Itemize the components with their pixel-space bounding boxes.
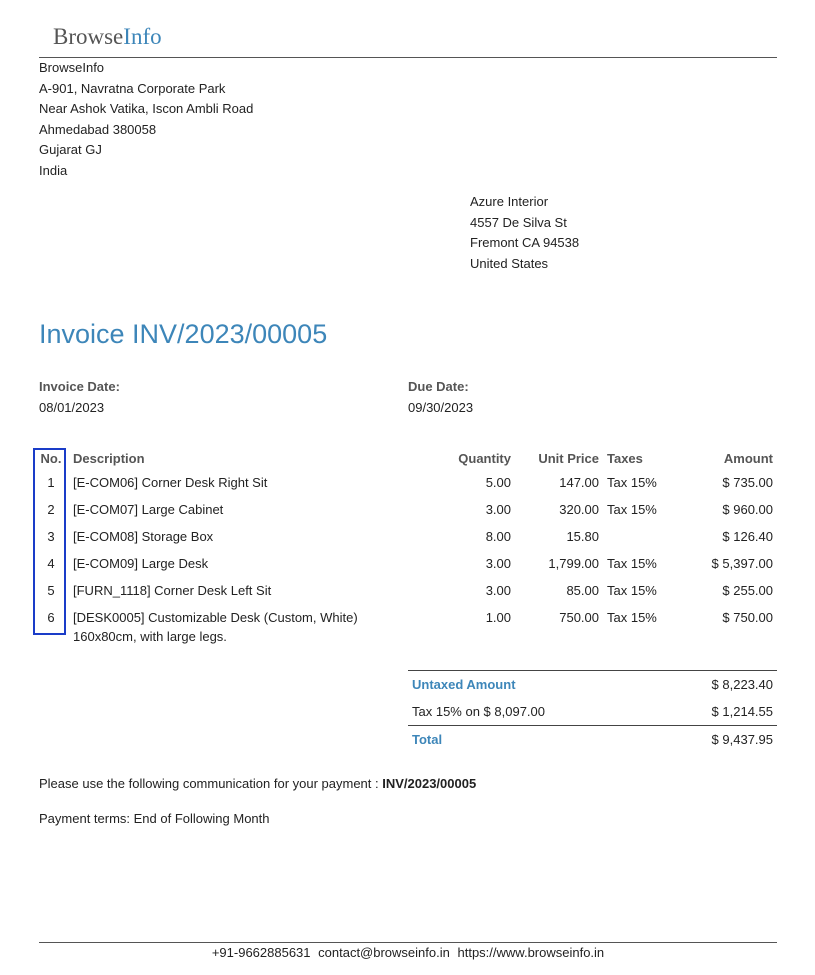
customer-address-line: 4557 De Silva St (470, 214, 567, 230)
footer-email[interactable]: contact@browseinfo.in (318, 945, 450, 960)
line-quantity: 8.00 (485, 529, 511, 544)
untaxed-value: $ 8,223.40 (655, 670, 777, 698)
due-date-value: 09/30/2023 (408, 400, 474, 415)
table-row: 3 [E-COM08] Storage Box 8.00 15.80 $ 126… (33, 524, 777, 551)
line-unit-price: 320.00 (559, 502, 599, 517)
untaxed-row: Untaxed Amount $ 8,223.40 (408, 670, 777, 698)
invoice-date-block: Invoice Date: 08/01/2023 (39, 376, 120, 418)
line-description: [DESK0005] Customizable Desk (Custom, Wh… (73, 610, 358, 625)
line-amount: $ 735.00 (722, 475, 773, 490)
line-quantity: 3.00 (485, 556, 511, 571)
customer-address: Azure Interior 4557 De Silva St Fremont … (470, 192, 579, 274)
line-amount: $ 750.00 (722, 610, 773, 625)
table-row: 5 [FURN_1118] Corner Desk Left Sit 3.00 … (33, 578, 777, 605)
line-quantity: 3.00 (485, 583, 511, 598)
line-unit-price: 147.00 (559, 475, 599, 490)
total-label: Total (408, 725, 656, 753)
invoice-title: Invoice INV/2023/00005 (39, 319, 328, 349)
line-description: [E-COM08] Storage Box (73, 529, 214, 544)
line-amount: $ 126.40 (722, 529, 773, 544)
line-description-detail: 160x80cm, with large legs. (73, 629, 227, 644)
customer-name: Azure Interior (470, 194, 549, 209)
line-taxes: Tax 15% (607, 502, 657, 517)
table-row: 2 [E-COM07] Large Cabinet 3.00 320.00 Ta… (33, 497, 777, 524)
company-address-line: Near Ashok Vatika, Iscon Ambli Road (39, 101, 254, 116)
line-taxes: Tax 15% (607, 610, 657, 625)
line-quantity: 1.00 (485, 610, 511, 625)
line-taxes (603, 524, 673, 551)
footer: +91-9662885631 contact@browseinfo.in htt… (39, 943, 777, 963)
line-description: [E-COM07] Large Cabinet (73, 502, 224, 517)
payment-communication: Please use the following communication f… (39, 774, 476, 794)
header-quantity: Quantity (458, 450, 511, 466)
company-address-line: Ahmedabad 380058 (39, 121, 157, 137)
line-description: [E-COM06] Corner Desk Right Sit (73, 475, 268, 490)
footer-phone: +91-9662885631 (211, 945, 311, 960)
payment-communication-text: Please use the following communication f… (39, 776, 383, 791)
invoice-lines-table: No. Description Quantity Unit Price Taxe… (33, 446, 777, 645)
line-unit-price: 1,799.00 (548, 556, 599, 571)
line-quantity: 3.00 (485, 502, 511, 517)
total-value: $ 9,437.95 (655, 725, 777, 753)
line-quantity: 5.00 (485, 475, 511, 490)
company-name: BrowseInfo (39, 60, 105, 75)
line-taxes: Tax 15% (607, 583, 657, 598)
line-description: [E-COM09] Large Desk (73, 556, 209, 571)
line-number-highlight-box (33, 448, 66, 635)
table-row: 6 [DESK0005] Customizable Desk (Custom, … (33, 605, 777, 644)
header-amount: Amount (723, 450, 773, 466)
line-taxes: Tax 15% (607, 475, 657, 490)
company-address: BrowseInfo A-901, Navratna Corporate Par… (39, 58, 253, 181)
invoice-date-value: 08/01/2023 (39, 400, 105, 415)
line-unit-price: 750.00 (559, 610, 599, 625)
invoice-date-label: Invoice Date: (39, 379, 120, 394)
payment-reference: INV/2023/00005 (382, 776, 477, 791)
tax-value: $ 1,214.55 (711, 704, 773, 719)
company-logo: BrowseInfo (53, 22, 162, 52)
customer-address-line: Fremont CA 94538 (470, 235, 580, 250)
line-amount: $ 960.00 (722, 502, 773, 517)
line-unit-price: 15.80 (566, 529, 599, 544)
footer-website[interactable]: https://www.browseinfo.in (457, 945, 604, 960)
total-row: Total $ 9,437.95 (408, 725, 777, 753)
tax-label: Tax 15% on $ 8,097.00 (412, 704, 545, 719)
header-taxes: Taxes (607, 450, 643, 466)
line-description-cell: [DESK0005] Customizable Desk (Custom, Wh… (69, 605, 432, 644)
logo-part-browse: Browse (53, 24, 124, 49)
untaxed-label: Untaxed Amount (408, 670, 656, 698)
header-unit-price: Unit Price (538, 450, 599, 466)
logo-part-info: Info (123, 24, 162, 49)
company-address-line: India (39, 162, 68, 178)
company-address-line: A-901, Navratna Corporate Park (39, 80, 226, 96)
line-taxes: Tax 15% (607, 556, 657, 571)
line-amount: $ 255.00 (722, 583, 773, 598)
company-address-line: Gujarat GJ (39, 142, 102, 157)
table-header-row: No. Description Quantity Unit Price Taxe… (33, 446, 777, 470)
tax-row: Tax 15% on $ 8,097.00 $ 1,214.55 (408, 698, 777, 726)
payment-terms: Payment terms: End of Following Month (39, 811, 270, 826)
line-description: [FURN_1118] Corner Desk Left Sit (73, 583, 272, 598)
due-date-label: Due Date: (408, 379, 469, 394)
line-amount: $ 5,397.00 (711, 556, 773, 571)
due-date-block: Due Date: 09/30/2023 (408, 376, 473, 418)
header-description: Description (73, 450, 145, 466)
table-row: 1 [E-COM06] Corner Desk Right Sit 5.00 1… (33, 470, 777, 497)
line-unit-price: 85.00 (566, 583, 599, 598)
table-row: 4 [E-COM09] Large Desk 3.00 1,799.00 Tax… (33, 551, 777, 578)
totals-table: Untaxed Amount $ 8,223.40 Tax 15% on $ 8… (408, 670, 777, 753)
customer-address-line: United States (470, 255, 549, 271)
